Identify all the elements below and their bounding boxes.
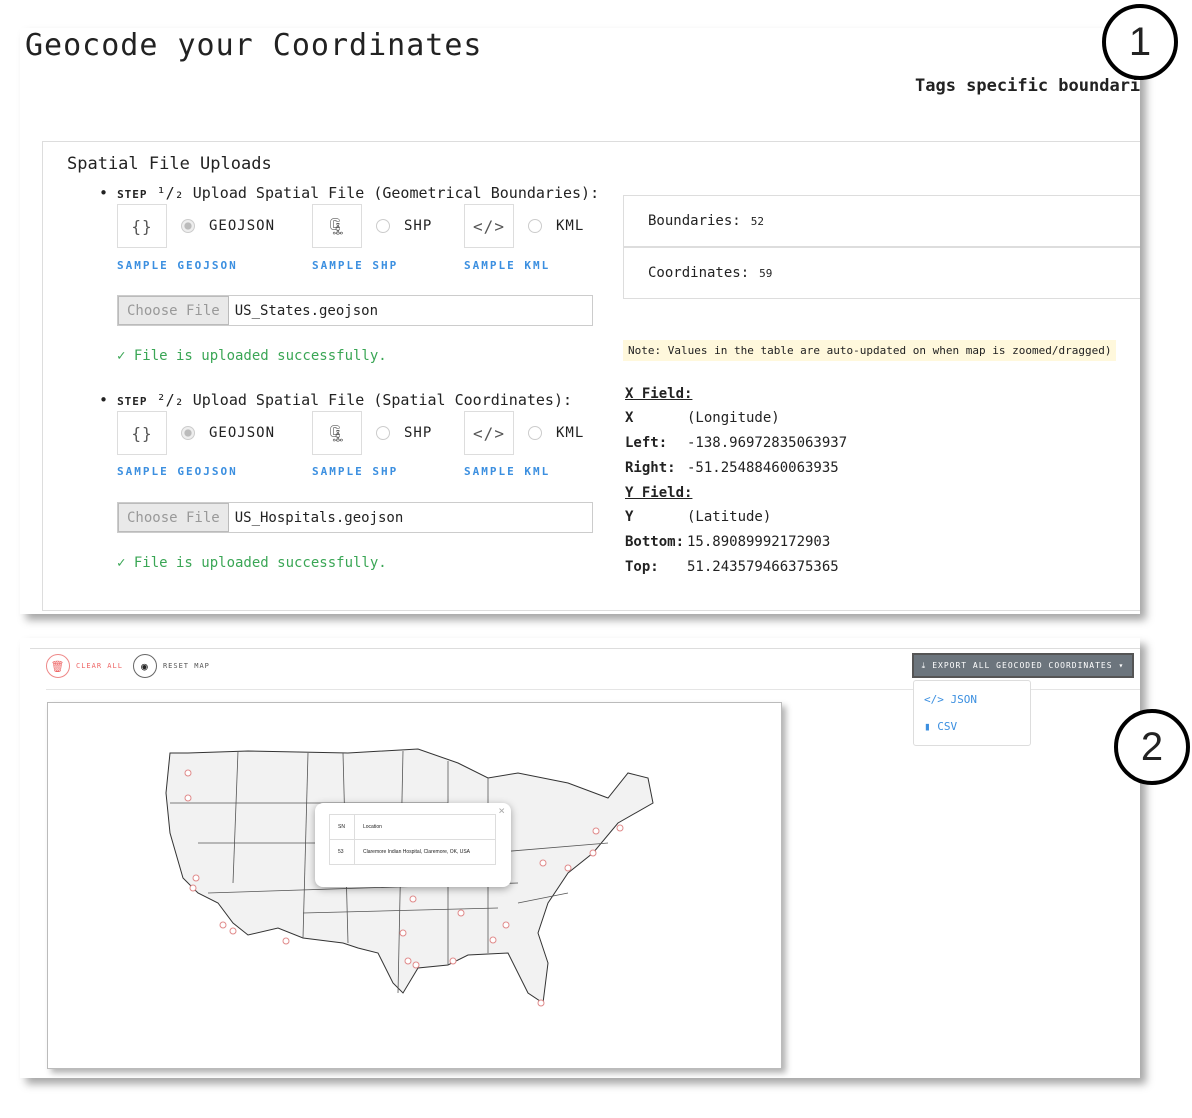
upload-success-1: ✓ File is uploaded successfully. [117, 348, 387, 364]
bottom-row: Bottom: 15.89089992172903 [625, 534, 831, 550]
left-row: Left: -138.96972835063937 [625, 435, 848, 451]
spatial-file-uploads-card: Spatial File Uploads • STEP ¹/₂ Upload S… [42, 141, 1140, 611]
geocode-panel: Geocode your Coordinates Tags specific b… [20, 28, 1140, 614]
export-menu: </> JSON ▮ CSV [913, 680, 1031, 746]
step-2-label: • STEP ²/₂ Upload Spatial File (Spatial … [99, 391, 573, 409]
file-name: US_States.geojson [234, 302, 379, 319]
option-label: SHP [404, 425, 433, 441]
card-title: Spatial File Uploads [67, 154, 272, 174]
option-geojson-2[interactable]: {} GEOJSON [117, 411, 275, 455]
zip-file-icon: 🗜 [312, 411, 362, 455]
option-shp-2[interactable]: 🗜 SHP [312, 411, 432, 455]
cell-sn: 53 [329, 839, 355, 865]
option-label: GEOJSON [209, 425, 276, 441]
right-row: Right: -51.25488460063935 [625, 460, 839, 476]
file-input-coordinates[interactable]: Choose File US_Hospitals.geojson [117, 502, 593, 533]
header-location: Location [354, 814, 496, 840]
file-input-boundaries[interactable]: Choose File US_States.geojson [117, 295, 593, 326]
zip-file-icon: 🗜 [312, 204, 362, 248]
x-field-row: X (Longitude) [625, 410, 780, 426]
x-field-title: X Field: [625, 386, 693, 402]
cell-location: Claremore Indian Hospital, Claremore, OK… [354, 839, 496, 865]
sample-geojson-link[interactable]: SAMPLE GEOJSON [117, 259, 238, 272]
page-title: Geocode your Coordinates [25, 28, 483, 63]
map-toolbar: 🗑 CLEAR ALL ◉ RESET MAP [46, 654, 210, 678]
choose-file-button[interactable]: Choose File [118, 296, 229, 325]
map-view[interactable]: × SN Location 53 Claremore Indian Hospital… [47, 702, 782, 1069]
option-label: GEOJSON [209, 218, 276, 234]
menu-item-csv[interactable]: ▮ CSV [924, 720, 957, 733]
code-file-icon: </> [464, 411, 514, 455]
radio-geojson[interactable] [181, 219, 195, 233]
choose-file-button[interactable]: Choose File [118, 503, 229, 532]
menu-item-json[interactable]: </> JSON [924, 693, 977, 706]
callout-1: 1 [1102, 4, 1178, 80]
sample-kml-link[interactable]: SAMPLE KML [464, 259, 550, 272]
sample-shp-link[interactable]: SAMPLE SHP [312, 465, 398, 478]
option-geojson-1[interactable]: {} GEOJSON [117, 204, 275, 248]
popup-table: SN Location 53 Claremore Indian Hospital, … [329, 814, 496, 865]
header-sn: SN [329, 814, 355, 840]
caret-down-icon: ▾ [1118, 661, 1125, 670]
map-panel: 🗑 CLEAR ALL ◉ RESET MAP ⤓ EXPORT ALL GEOC… [20, 638, 1140, 1078]
note-text: Note: Values in the table are auto-updat… [623, 340, 1117, 361]
export-dropdown-button[interactable]: ⤓ EXPORT ALL GEOCODED COORDINATES ▾ [912, 653, 1134, 678]
coordinates-count: Coordinates: 59 [623, 247, 1140, 299]
upload-success-2: ✓ File is uploaded successfully. [117, 555, 387, 571]
download-icon: ⤓ [921, 660, 927, 670]
sample-kml-link[interactable]: SAMPLE KML [464, 465, 550, 478]
clear-all-button[interactable]: CLEAR ALL [76, 662, 123, 670]
step-1-label: • STEP ¹/₂ Upload Spatial File (Geometri… [99, 184, 600, 202]
callout-2: 2 [1114, 709, 1190, 785]
file-name: US_Hospitals.geojson [234, 509, 404, 526]
option-shp-1[interactable]: 🗜 SHP [312, 204, 432, 248]
geojson-file-icon: {} [117, 204, 167, 248]
radio-shp[interactable] [376, 426, 390, 440]
boundaries-count: Boundaries: 52 [623, 195, 1140, 247]
file-icon: ▮ [924, 720, 931, 733]
trash-icon[interactable]: 🗑 [46, 654, 70, 678]
tags-heading: Tags specific boundari [915, 76, 1140, 96]
reset-map-button[interactable]: RESET MAP [163, 662, 210, 670]
radio-geojson[interactable] [181, 426, 195, 440]
radio-kml[interactable] [528, 219, 542, 233]
option-label: KML [556, 425, 585, 441]
geojson-file-icon: {} [117, 411, 167, 455]
y-field-title: Y Field: [625, 485, 693, 501]
location-popup: × SN Location 53 Claremore Indian Hospital… [315, 803, 511, 887]
sample-geojson-link[interactable]: SAMPLE GEOJSON [117, 465, 238, 478]
y-field-row: Y (Latitude) [625, 509, 772, 525]
option-label: KML [556, 218, 585, 234]
option-kml-1[interactable]: </> KML [464, 204, 584, 248]
radio-shp[interactable] [376, 219, 390, 233]
target-icon[interactable]: ◉ [132, 654, 157, 678]
export-label: EXPORT ALL GEOCODED COORDINATES [932, 661, 1113, 670]
top-row: Top: 51.243579466375365 [625, 559, 839, 575]
option-label: SHP [404, 218, 433, 234]
code-icon: </> [924, 693, 944, 706]
code-file-icon: </> [464, 204, 514, 248]
option-kml-2[interactable]: </> KML [464, 411, 584, 455]
radio-kml[interactable] [528, 426, 542, 440]
close-icon[interactable]: × [498, 804, 505, 817]
sample-shp-link[interactable]: SAMPLE SHP [312, 259, 398, 272]
